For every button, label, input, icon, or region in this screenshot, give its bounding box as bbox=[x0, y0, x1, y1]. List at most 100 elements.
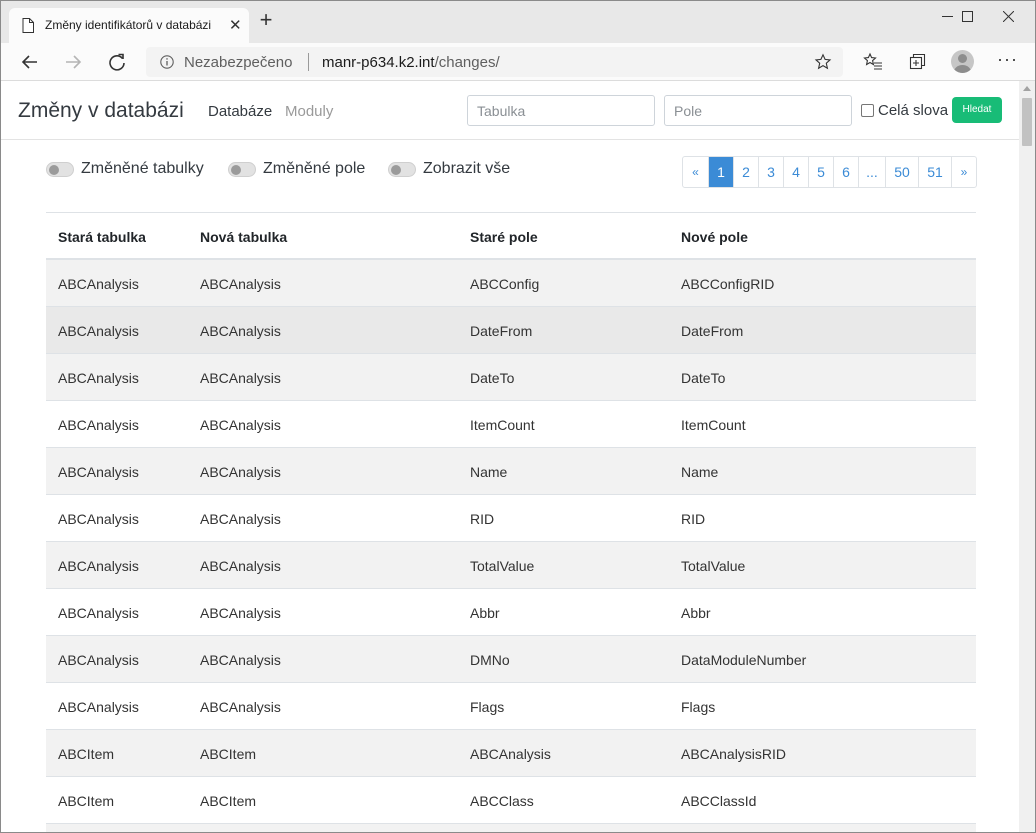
page-icon bbox=[22, 18, 34, 33]
browser-tab[interactable]: Změny identifikátorů v databázi ✕ bbox=[9, 8, 249, 43]
page-viewport: Změny v databázi Databáze Moduly Celá sl… bbox=[1, 81, 1019, 832]
table-row: ABCAnalysis ABCAnalysis Name Name bbox=[46, 448, 976, 495]
cell-old-table: ABCAnalysis bbox=[58, 370, 139, 386]
page-1[interactable]: 1 bbox=[708, 157, 733, 187]
show-all-switch[interactable] bbox=[388, 162, 416, 177]
table-row: ABCAnalysis ABCAnalysis ABCConfig ABCCon… bbox=[46, 260, 976, 307]
search-button[interactable]: Hledat bbox=[952, 97, 1002, 123]
browser-toolbar: Nezabezpečeno manr-p634.k2.int/changes/ … bbox=[1, 43, 1035, 81]
table-header: Stará tabulka Nová tabulka Staré pole No… bbox=[46, 212, 976, 260]
scroll-thumb[interactable] bbox=[1022, 98, 1032, 146]
cell-old-field: RID bbox=[470, 511, 495, 527]
cell-new-field: Flags bbox=[681, 699, 716, 715]
nav-modules[interactable]: Moduly bbox=[285, 103, 333, 120]
info-icon[interactable] bbox=[160, 55, 174, 69]
address-path: /changes/ bbox=[434, 54, 500, 71]
address-url[interactable]: manr-p634.k2.int/changes/ bbox=[322, 54, 500, 71]
cell-old-field: TotalValue bbox=[470, 558, 535, 574]
whole-words-checkbox[interactable] bbox=[861, 104, 874, 117]
scroll-up-arrow-icon[interactable] bbox=[1023, 86, 1031, 91]
collections-icon[interactable] bbox=[906, 51, 928, 73]
cell-new-field: DateTo bbox=[681, 370, 726, 386]
close-tab-icon[interactable]: ✕ bbox=[229, 16, 242, 34]
cell-old-table: ABCAnalysis bbox=[58, 276, 139, 292]
nav-databases[interactable]: Databáze bbox=[208, 103, 272, 120]
cell-new-field: Abbr bbox=[681, 605, 711, 621]
cell-old-table: ABCItem bbox=[58, 793, 115, 809]
cell-new-table: ABCAnalysis bbox=[200, 511, 281, 527]
tab-strip: Změny identifikátorů v databázi ✕ + bbox=[1, 1, 1035, 43]
page-5[interactable]: 5 bbox=[808, 157, 833, 187]
cell-old-field: Name bbox=[470, 464, 508, 480]
page-prev[interactable]: « bbox=[683, 157, 708, 187]
cell-old-table: ABCAnalysis bbox=[58, 323, 139, 339]
cell-new-table: ABCAnalysis bbox=[200, 276, 281, 292]
page-4[interactable]: 4 bbox=[783, 157, 808, 187]
cell-old-field: ABCClass bbox=[470, 793, 534, 809]
show-all-label: Zobrazit vše bbox=[423, 160, 511, 177]
table-row: ABCAnalysis ABCAnalysis TotalValue Total… bbox=[46, 542, 976, 589]
changed-fields-label: Změněné pole bbox=[263, 160, 366, 177]
header-new-table: Nová tabulka bbox=[200, 229, 288, 245]
maximize-icon[interactable] bbox=[947, 5, 987, 29]
new-tab-icon[interactable]: + bbox=[256, 9, 276, 31]
changed-tables-switch[interactable] bbox=[46, 162, 74, 177]
refresh-icon[interactable] bbox=[106, 51, 128, 73]
table-search-input[interactable] bbox=[467, 95, 655, 126]
cell-new-field: Name bbox=[681, 464, 719, 480]
table-row-partial bbox=[46, 824, 976, 832]
cell-new-field: TotalValue bbox=[681, 558, 746, 574]
profile-avatar[interactable] bbox=[951, 50, 974, 73]
table-row: ABCAnalysis ABCAnalysis DateTo DateTo bbox=[46, 354, 976, 401]
pagination: « 1 2 3 4 5 6 ... 50 51 » bbox=[682, 156, 977, 188]
page-ellipsis[interactable]: ... bbox=[858, 157, 885, 187]
cell-new-table: ABCAnalysis bbox=[200, 652, 281, 668]
cell-new-table: ABCAnalysis bbox=[200, 605, 281, 621]
cell-new-field: DateFrom bbox=[681, 323, 744, 339]
cell-old-table: ABCAnalysis bbox=[58, 511, 139, 527]
back-icon[interactable] bbox=[19, 51, 41, 73]
more-options-icon[interactable]: ··· bbox=[997, 49, 1018, 70]
favorite-star-icon[interactable] bbox=[814, 53, 832, 71]
cell-new-field: ItemCount bbox=[681, 417, 746, 433]
cell-new-table: ABCItem bbox=[200, 793, 257, 809]
header-new-field: Nové pole bbox=[681, 229, 748, 245]
table-row: ABCAnalysis ABCAnalysis DateFrom DateFro… bbox=[46, 307, 976, 354]
table-row: ABCItem ABCItem ABCClass ABCClassId bbox=[46, 777, 976, 824]
cell-old-field: DMNo bbox=[470, 652, 510, 668]
cell-new-table: ABCAnalysis bbox=[200, 417, 281, 433]
table-row: ABCAnalysis ABCAnalysis Flags Flags bbox=[46, 683, 976, 730]
table-row: ABCAnalysis ABCAnalysis DMNo DataModuleN… bbox=[46, 636, 976, 683]
table-row: ABCItem ABCItem ABCAnalysis ABCAnalysisR… bbox=[46, 730, 976, 777]
favorites-icon[interactable] bbox=[862, 51, 884, 73]
page-6[interactable]: 6 bbox=[833, 157, 858, 187]
page-title[interactable]: Změny v databázi bbox=[18, 99, 184, 123]
cell-old-table: ABCAnalysis bbox=[58, 699, 139, 715]
vertical-scrollbar[interactable] bbox=[1019, 81, 1035, 832]
address-bar[interactable]: Nezabezpečeno manr-p634.k2.int/changes/ bbox=[146, 47, 843, 77]
cell-old-field: ABCAnalysis bbox=[470, 746, 551, 762]
address-host: manr-p634.k2.int bbox=[322, 54, 435, 71]
address-divider bbox=[308, 53, 309, 71]
cell-new-table: ABCAnalysis bbox=[200, 558, 281, 574]
page-3[interactable]: 3 bbox=[758, 157, 783, 187]
navbar: Změny v databázi Databáze Moduly Celá sl… bbox=[1, 81, 1019, 140]
cell-old-table: ABCAnalysis bbox=[58, 558, 139, 574]
cell-old-table: ABCAnalysis bbox=[58, 605, 139, 621]
table-row: ABCAnalysis ABCAnalysis ItemCount ItemCo… bbox=[46, 401, 976, 448]
close-window-icon[interactable] bbox=[988, 5, 1028, 29]
page-50[interactable]: 50 bbox=[885, 157, 918, 187]
cell-old-field: ItemCount bbox=[470, 417, 535, 433]
cell-new-table: ABCItem bbox=[200, 746, 257, 762]
cell-new-field: DataModuleNumber bbox=[681, 652, 807, 668]
cell-new-table: ABCAnalysis bbox=[200, 699, 281, 715]
page-next[interactable]: » bbox=[951, 157, 976, 187]
changed-fields-switch[interactable] bbox=[228, 162, 256, 177]
forward-icon[interactable] bbox=[62, 51, 84, 73]
whole-words-label: Celá slova bbox=[878, 102, 949, 119]
field-search-input[interactable] bbox=[664, 95, 852, 126]
cell-old-field: DateTo bbox=[470, 370, 515, 386]
page-2[interactable]: 2 bbox=[733, 157, 758, 187]
cell-old-table: ABCAnalysis bbox=[58, 652, 139, 668]
page-51[interactable]: 51 bbox=[918, 157, 951, 187]
